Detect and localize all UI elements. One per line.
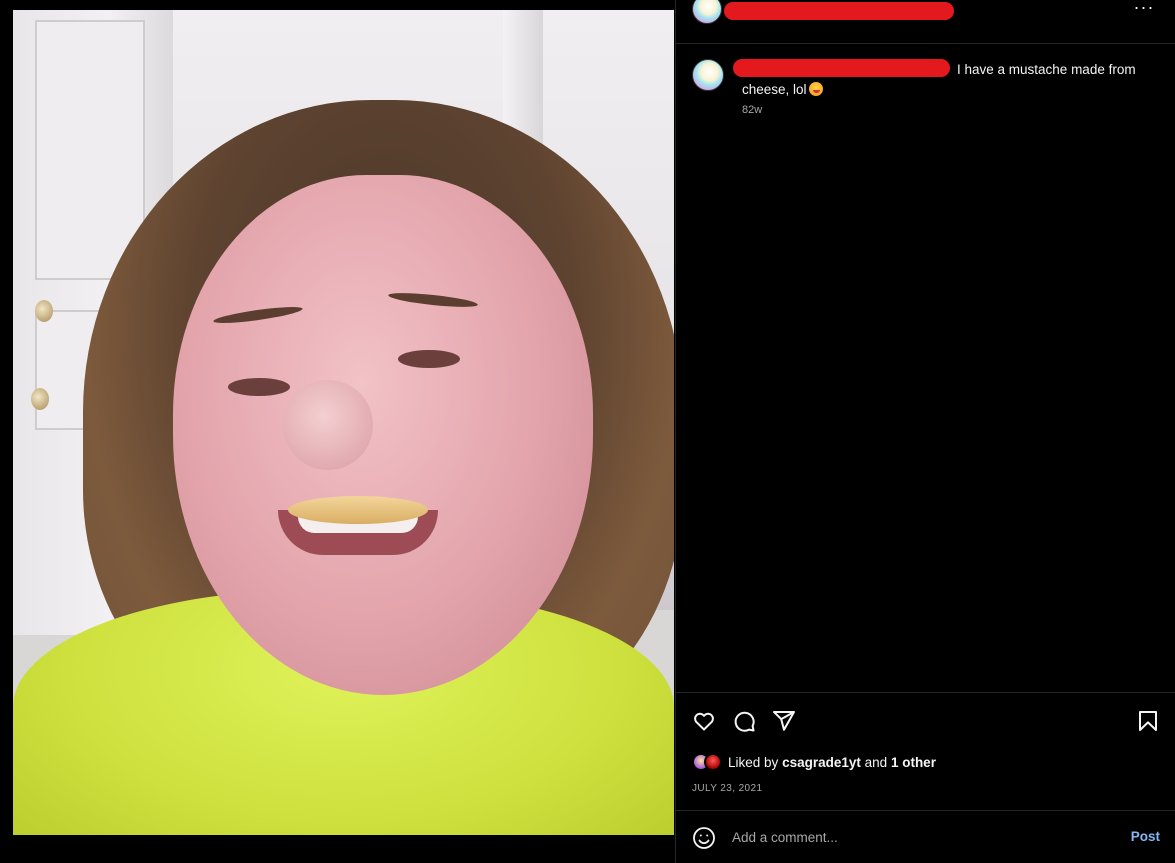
photo-eye [398, 350, 460, 368]
photo-nose [283, 380, 373, 470]
likes-summary: Liked by csagrade1yt and 1 other [692, 751, 936, 773]
door-panel [35, 20, 145, 280]
photo-face [173, 175, 593, 695]
post-caption: I have a mustache made from cheese, lol [742, 60, 1162, 100]
heart-icon[interactable] [692, 709, 716, 733]
caption-timestamp[interactable]: 82w [742, 104, 762, 116]
author-avatar[interactable] [692, 0, 722, 24]
liker-avatar[interactable] [704, 753, 722, 771]
comment-icon[interactable] [732, 709, 756, 733]
caption-text: I have a mustache made from cheese, lol [742, 62, 1136, 97]
more-options-icon[interactable]: ··· [1132, 0, 1156, 20]
post-photo [13, 10, 674, 835]
likes-prefix: Liked by [728, 754, 779, 770]
bookmark-icon[interactable] [1136, 709, 1160, 733]
likes-joiner: and [864, 754, 888, 770]
liker-username[interactable]: csagrade1yt [782, 755, 861, 770]
emoji-icon[interactable] [692, 826, 716, 850]
post-details-panel: ··· I have a mustache made from cheese, … [675, 0, 1175, 863]
post-comment-button[interactable]: Post [1131, 829, 1160, 844]
caption-author-avatar[interactable] [692, 59, 724, 91]
photo-eye [228, 378, 290, 396]
post-actions: Liked by csagrade1yt and 1 other JULY 23… [676, 692, 1175, 810]
smiling-face-with-tongue-icon [808, 82, 823, 96]
post-header: ··· [676, 0, 1175, 44]
comment-input[interactable] [732, 827, 1112, 847]
door-knob [35, 300, 53, 322]
share-icon[interactable] [772, 709, 796, 733]
likes-others-link[interactable]: 1 other [891, 755, 936, 770]
post-date[interactable]: JULY 23, 2021 [692, 783, 762, 794]
redacted-username [724, 2, 954, 20]
photo-cheese-mustache [288, 496, 428, 524]
door-knob [31, 388, 49, 410]
comment-bar: Post [676, 810, 1175, 863]
likes-text: Liked by csagrade1yt and 1 other [728, 755, 936, 770]
